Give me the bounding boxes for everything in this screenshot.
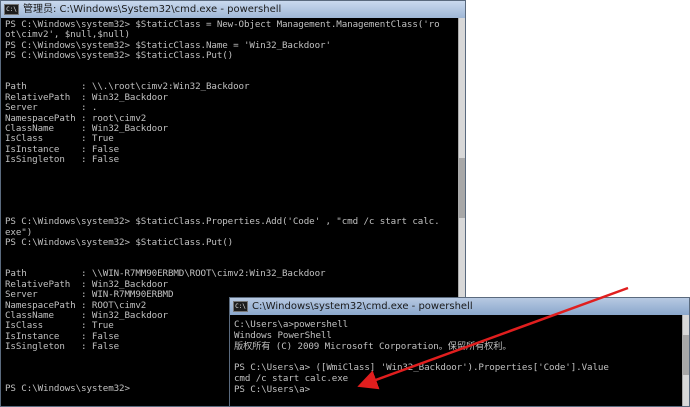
console-line: IsSingleton : False [5, 154, 120, 166]
cmd-icon: C:\ [4, 4, 19, 15]
watermark-text: 系统资料大全 [521, 56, 598, 107]
second-console-output[interactable]: C:\Users\a>powershell Windows PowerShell 版… [234, 320, 681, 406]
cmd-icon: C:\ [233, 301, 248, 312]
console-line: PS C:\Windows\system32> $StaticClass.Put… [5, 237, 234, 249]
main-scrollbar-thumb[interactable] [459, 158, 465, 218]
second-window-title: C:\Windows\system32\cmd.exe - powershell [252, 301, 473, 312]
main-window-title: 管理员: C:\Windows\System32\cmd.exe - power… [23, 4, 282, 15]
main-title-bar[interactable]: C:\ 管理员: C:\Windows\System32\cmd.exe - p… [1, 1, 465, 18]
second-scrollbar[interactable] [682, 315, 689, 406]
second-scrollbar-thumb[interactable] [683, 335, 689, 375]
second-title-bar[interactable]: C:\ C:\Windows\system32\cmd.exe - powers… [230, 298, 689, 315]
console-line: PS C:\Windows\system32> $StaticClass.Put… [5, 50, 234, 62]
console-line: Windows PowerShell [234, 329, 332, 341]
console-line: PS C:\Windows\system32> $StaticClass.Pro… [5, 216, 440, 228]
watermark-text: 系统资料大全 [471, 116, 548, 167]
console-line: PS C:\Users\a> [234, 383, 311, 395]
watermark-text: 系统资料大全 [471, 6, 548, 57]
console-line: Server : . [5, 102, 98, 114]
second-console-window: C:\ C:\Windows\system32\cmd.exe - powers… [229, 297, 690, 407]
watermark-text: 系统资料大全 [561, 146, 638, 197]
console-line: 版权所有 (C) 2009 Microsoft Corporation。保留所有… [234, 340, 512, 352]
